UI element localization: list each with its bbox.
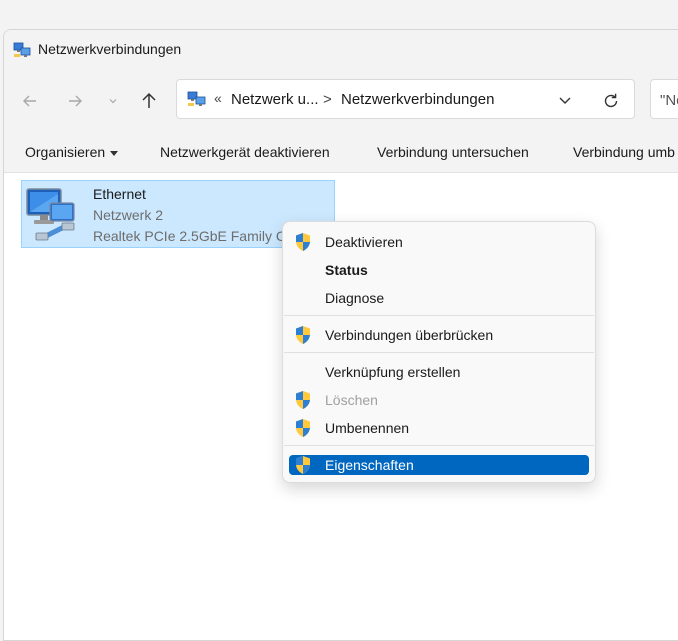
menu-item-diagnose[interactable]: Diagnose [289,288,589,308]
organize-button[interactable]: Organisieren [25,144,119,160]
network-connections-icon [187,91,206,106]
menu-item-label: Umbenennen [325,420,410,436]
uac-shield-icon [296,326,310,344]
menu-item-label: Eigenschaften [325,457,414,473]
menu-item-label: Diagnose [325,290,385,306]
arrow-up-icon [142,92,156,108]
forward-button[interactable] [62,88,88,114]
refresh-icon[interactable] [602,92,620,110]
menu-separator [284,315,594,316]
menu-item-label: Verbindungen überbrücken [325,327,494,343]
title-bar: Netzwerkverbindungen [4,30,678,70]
menu-item-properties[interactable]: Eigenschaften [289,455,589,475]
arrow-right-icon [69,95,82,107]
disable-device-button[interactable]: Netzwerkgerät deaktivieren [160,144,330,160]
search-placeholder: "Ne [660,92,678,109]
chevron-down-icon [109,99,117,104]
recent-locations-button[interactable] [100,88,126,114]
navigation-bar: « Netzwerk u... > Netzwerkverbindungen "… [4,70,678,130]
network-connections-icon [13,42,31,57]
chevron-down-icon[interactable] [557,93,573,107]
menu-item-label: Status [325,262,368,278]
menu-item-label: Löschen [325,392,378,408]
uac-shield-icon [296,419,310,437]
menu-separator [284,445,594,446]
search-input[interactable]: "Ne [650,79,678,119]
breadcrumb-network-connections[interactable]: Netzwerkverbindungen [341,91,494,108]
menu-item-rename[interactable]: Umbenennen [289,418,589,438]
uac-shield-icon [296,456,310,474]
rename-connection-button[interactable]: Verbindung umb [573,144,675,160]
up-button[interactable] [136,88,162,114]
caret-down-icon [110,150,119,156]
menu-separator [284,352,594,353]
menu-item-bridge-connections[interactable]: Verbindungen überbrücken [289,325,589,345]
command-bar: Organisieren Netzwerkgerät deaktivieren … [4,130,678,173]
window-title: Netzwerkverbindungen [38,41,182,57]
adapter-name: Ethernet [93,186,146,202]
address-bar[interactable]: « Netzwerk u... > Netzwerkverbindungen [176,79,635,119]
organize-label: Organisieren [25,144,106,160]
diagnose-connection-button[interactable]: Verbindung untersuchen [377,144,529,160]
uac-shield-icon [296,233,310,251]
ethernet-adapter-icon [26,188,75,241]
menu-item-deaktivieren[interactable]: Deaktivieren [289,232,589,252]
menu-item-delete: Löschen [289,390,589,410]
adapter-network: Netzwerk 2 [93,207,164,223]
context-menu: Deaktivieren Status Diagnose Verbindunge… [282,221,596,483]
back-button[interactable] [17,88,43,114]
menu-item-label: Verknüpfung erstellen [325,364,461,380]
menu-item-label: Deaktivieren [325,234,403,250]
arrow-left-icon [23,95,36,107]
menu-item-status[interactable]: Status [289,260,589,280]
address-overflow[interactable]: « [214,90,222,106]
breadcrumb-network[interactable]: Netzwerk u... [231,91,319,108]
uac-shield-icon [296,391,310,409]
breadcrumb-separator[interactable]: > [323,91,332,108]
menu-item-create-shortcut[interactable]: Verknüpfung erstellen [289,362,589,382]
